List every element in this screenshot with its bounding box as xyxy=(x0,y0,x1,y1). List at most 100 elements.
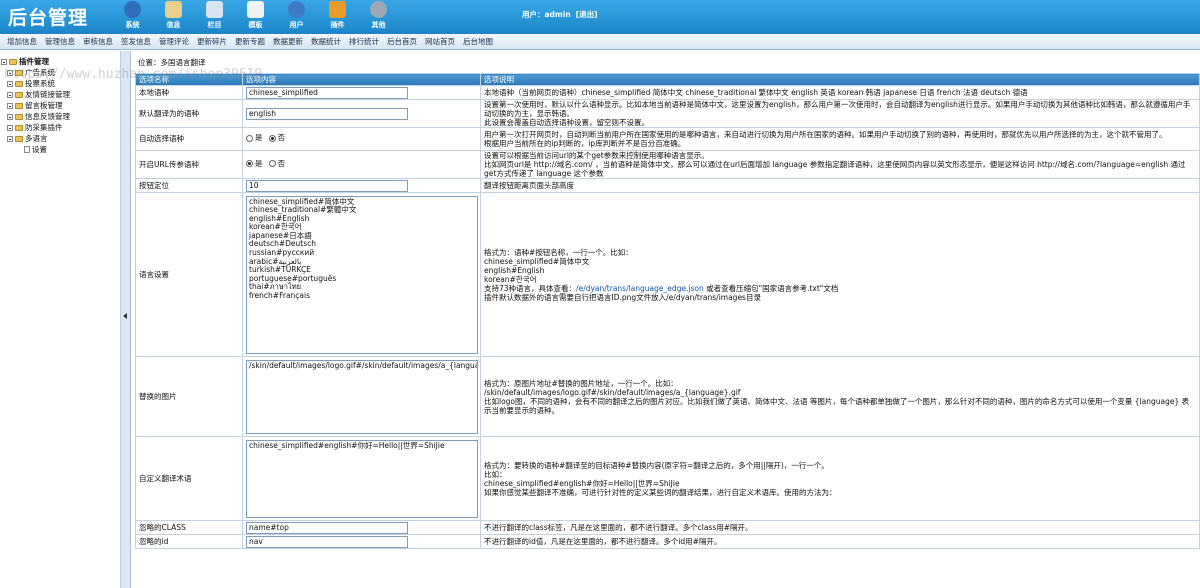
radio-icon[interactable] xyxy=(268,160,276,168)
option-input[interactable]: name#top xyxy=(246,521,408,534)
subnav-link[interactable]: 审核信息 xyxy=(83,36,113,47)
table-row: 忽略的id nav 不进行翻译的id值，凡是在这里面的，都不进行翻译。多个id用#隔… xyxy=(135,534,1200,549)
desc-line: 本地语种（当前网页的语种）chinese_simplified 简体中文 chi… xyxy=(484,88,1028,97)
table-row: 默认翻译为的语种 english 设置第一次使用时，默认以什么语种显示。比如本地当前… xyxy=(135,99,1200,128)
sidebar-child-item[interactable]: 设置 xyxy=(24,144,47,155)
subnav-link[interactable]: 管理信息 xyxy=(45,36,75,47)
collapse-arrow-icon[interactable] xyxy=(123,313,127,319)
folder-icon xyxy=(9,58,17,65)
subnav-link[interactable]: 网站首页 xyxy=(425,36,455,47)
option-desc: 格式为：语种#按钮名称，一行一个。比如： chinese_simplified#简… xyxy=(480,192,1200,357)
subnav-link[interactable]: 更新专题 xyxy=(235,36,265,47)
desc-line: /skin/default/images/logo.gif#/skin/defa… xyxy=(484,387,741,397)
sidebar-item[interactable]: 防采集插件 xyxy=(7,122,63,133)
option-content: 10 xyxy=(242,178,481,193)
sidebar-root-label: 插件管理 xyxy=(19,57,49,66)
table-row: 开启URL传参语种是否设置可以根据当前访问url的某个get参数来控制使用哪种语… xyxy=(135,150,1200,179)
sidebar-item[interactable]: 广告系统 xyxy=(7,67,55,78)
desc-line: 设置可以根据当前访问url的某个get参数来控制使用哪种语言显示。 xyxy=(484,151,709,160)
sidebar-item[interactable]: 投票系统 xyxy=(7,78,55,89)
expand-icon[interactable] xyxy=(7,135,13,142)
expand-icon[interactable] xyxy=(7,124,13,131)
main-panel: 位置：多国语言翻译 选项名称 选项内容 选项说明 本地语种 chinese_sim… xyxy=(132,51,1200,588)
option-desc: 不进行翻译的class标签，凡是在这里面的，都不进行翻译。多个class用#隔开… xyxy=(480,520,1200,535)
desc-line: chinese_simplified#简体中文 xyxy=(484,256,590,266)
option-input[interactable]: english xyxy=(246,107,408,120)
top-nav-label: 栏目 xyxy=(207,21,222,29)
radio-label: 否 xyxy=(277,158,286,168)
option-textarea[interactable]: chinese_simplified#english#你好=Hello||世界=… xyxy=(246,439,478,518)
folder-icon xyxy=(15,91,23,98)
header-option-name: 选项名称 xyxy=(135,73,243,86)
top-nav-label: 信息 xyxy=(166,21,181,29)
sidebar-item-label: 信息反馈管理 xyxy=(25,112,70,121)
sidebar-item[interactable]: 友情链接管理 xyxy=(7,89,70,100)
top-nav-item-1[interactable]: 信息 xyxy=(153,0,194,34)
option-desc: 用户第一次打开网页时，自动判断当前用户所在国家使用的是哪种语言，来自动进行切换为… xyxy=(480,127,1200,151)
option-label: 忽略的id xyxy=(135,534,243,549)
top-nav-item-4[interactable]: 用户 xyxy=(276,0,317,34)
expand-icon[interactable] xyxy=(7,69,13,76)
header-bar: 后台管理 系统 信息 栏目 模板 用户 插件 其他 用户：admin [退出] xyxy=(0,0,1200,34)
option-input[interactable]: chinese_simplified xyxy=(246,86,408,99)
sidebar-collapse-bar[interactable] xyxy=(121,51,131,588)
radio-icon[interactable] xyxy=(246,160,253,168)
page-icon xyxy=(24,146,30,153)
subnav-link[interactable]: 管理评论 xyxy=(159,36,189,47)
logout-link[interactable]: [退出] xyxy=(576,10,598,19)
option-desc: 本地语种（当前网页的语种）chinese_simplified 简体中文 chi… xyxy=(480,85,1200,100)
subnav-link[interactable]: 后台首页 xyxy=(387,36,417,47)
sidebar-root[interactable]: 插件管理 xyxy=(1,56,49,67)
option-textarea[interactable]: /skin/default/images/logo.gif#/skin/defa… xyxy=(246,359,478,434)
option-radio[interactable]: 否 xyxy=(268,133,285,143)
sidebar-item[interactable]: 留言板管理 xyxy=(7,100,63,111)
desc-line: 翻译按钮距离页面头部高度 xyxy=(484,181,574,190)
radio-icon[interactable] xyxy=(246,134,253,142)
collapse-icon[interactable] xyxy=(1,58,7,65)
user-icon xyxy=(288,1,305,18)
desc-line: 插件默认数据外的语言需要自行把语言ID.png文件放入/e/dyan/trans… xyxy=(484,292,761,302)
subnav-link[interactable]: 数据统计 xyxy=(311,36,341,47)
option-desc: 格式为：原图片地址#替换的图片地址，一行一个。比如：/skin/default/… xyxy=(480,356,1200,437)
language-list-link[interactable]: /e/dyan/trans/language_edge.json xyxy=(576,284,704,293)
subnav-link[interactable]: 更新碎片 xyxy=(197,36,227,47)
top-nav-label: 其他 xyxy=(371,21,386,29)
expand-icon[interactable] xyxy=(7,80,13,87)
expand-icon[interactable] xyxy=(7,113,13,120)
option-label: 自动选择语种 xyxy=(135,127,243,151)
desc-line: 不进行翻译的class标签，凡是在这里面的，都不进行翻译。多个class用#隔开… xyxy=(484,523,753,532)
top-nav-item-0[interactable]: 系统 xyxy=(112,0,153,34)
subnav-link[interactable]: 数据更新 xyxy=(273,36,303,47)
expand-icon[interactable] xyxy=(7,102,13,109)
top-nav-item-6[interactable]: 其他 xyxy=(358,0,399,34)
desc-line: 比如网页url是 http://域名.com/ ，当前语种是简体中文，那么可以通… xyxy=(484,160,1186,178)
subnav-link[interactable]: 签发信息 xyxy=(121,36,151,47)
option-content: nav xyxy=(242,534,481,549)
option-input[interactable]: nav xyxy=(246,535,408,548)
header-option-desc: 选项说明 xyxy=(480,73,1200,86)
folder-icon xyxy=(15,124,23,131)
subnav-link[interactable]: 增加信息 xyxy=(7,36,37,47)
subnav-link[interactable]: 后台地图 xyxy=(463,36,493,47)
subnav-link[interactable]: 排行统计 xyxy=(349,36,379,47)
desc-line: 格式为：要转换的语种#翻译至的目标语种#替换内容(原字符=翻译之后的，多个用||… xyxy=(484,460,829,470)
desc-line: 比如： xyxy=(484,469,507,479)
expand-icon[interactable] xyxy=(7,91,13,98)
option-input[interactable]: 10 xyxy=(246,179,408,192)
top-nav-item-3[interactable]: 模板 xyxy=(235,0,276,34)
pencil-paper-icon xyxy=(165,1,182,18)
option-label: 本地语种 xyxy=(135,85,243,100)
top-nav-item-5[interactable]: 插件 xyxy=(317,0,358,34)
globe-icon xyxy=(124,1,141,18)
option-textarea[interactable]: chinese_simplified#简体中文 chinese_traditio… xyxy=(246,195,478,354)
sidebar-item[interactable]: 信息反馈管理 xyxy=(7,111,70,122)
option-radio[interactable]: 是 xyxy=(246,133,263,143)
radio-icon[interactable] xyxy=(268,134,276,142)
option-radio[interactable]: 否 xyxy=(268,158,286,169)
sidebar: 插件管理 广告系统 投票系统 友情链接管理 留言板管理 信息反馈管理 防采集插件 多语言 设置 xyxy=(0,51,121,588)
top-nav-item-2[interactable]: 栏目 xyxy=(194,0,235,34)
folder-icon xyxy=(15,113,23,120)
sidebar-item[interactable]: 多语言 xyxy=(7,133,48,144)
option-radio[interactable]: 是 xyxy=(246,159,263,169)
sidebar-item-label: 多语言 xyxy=(25,134,48,143)
